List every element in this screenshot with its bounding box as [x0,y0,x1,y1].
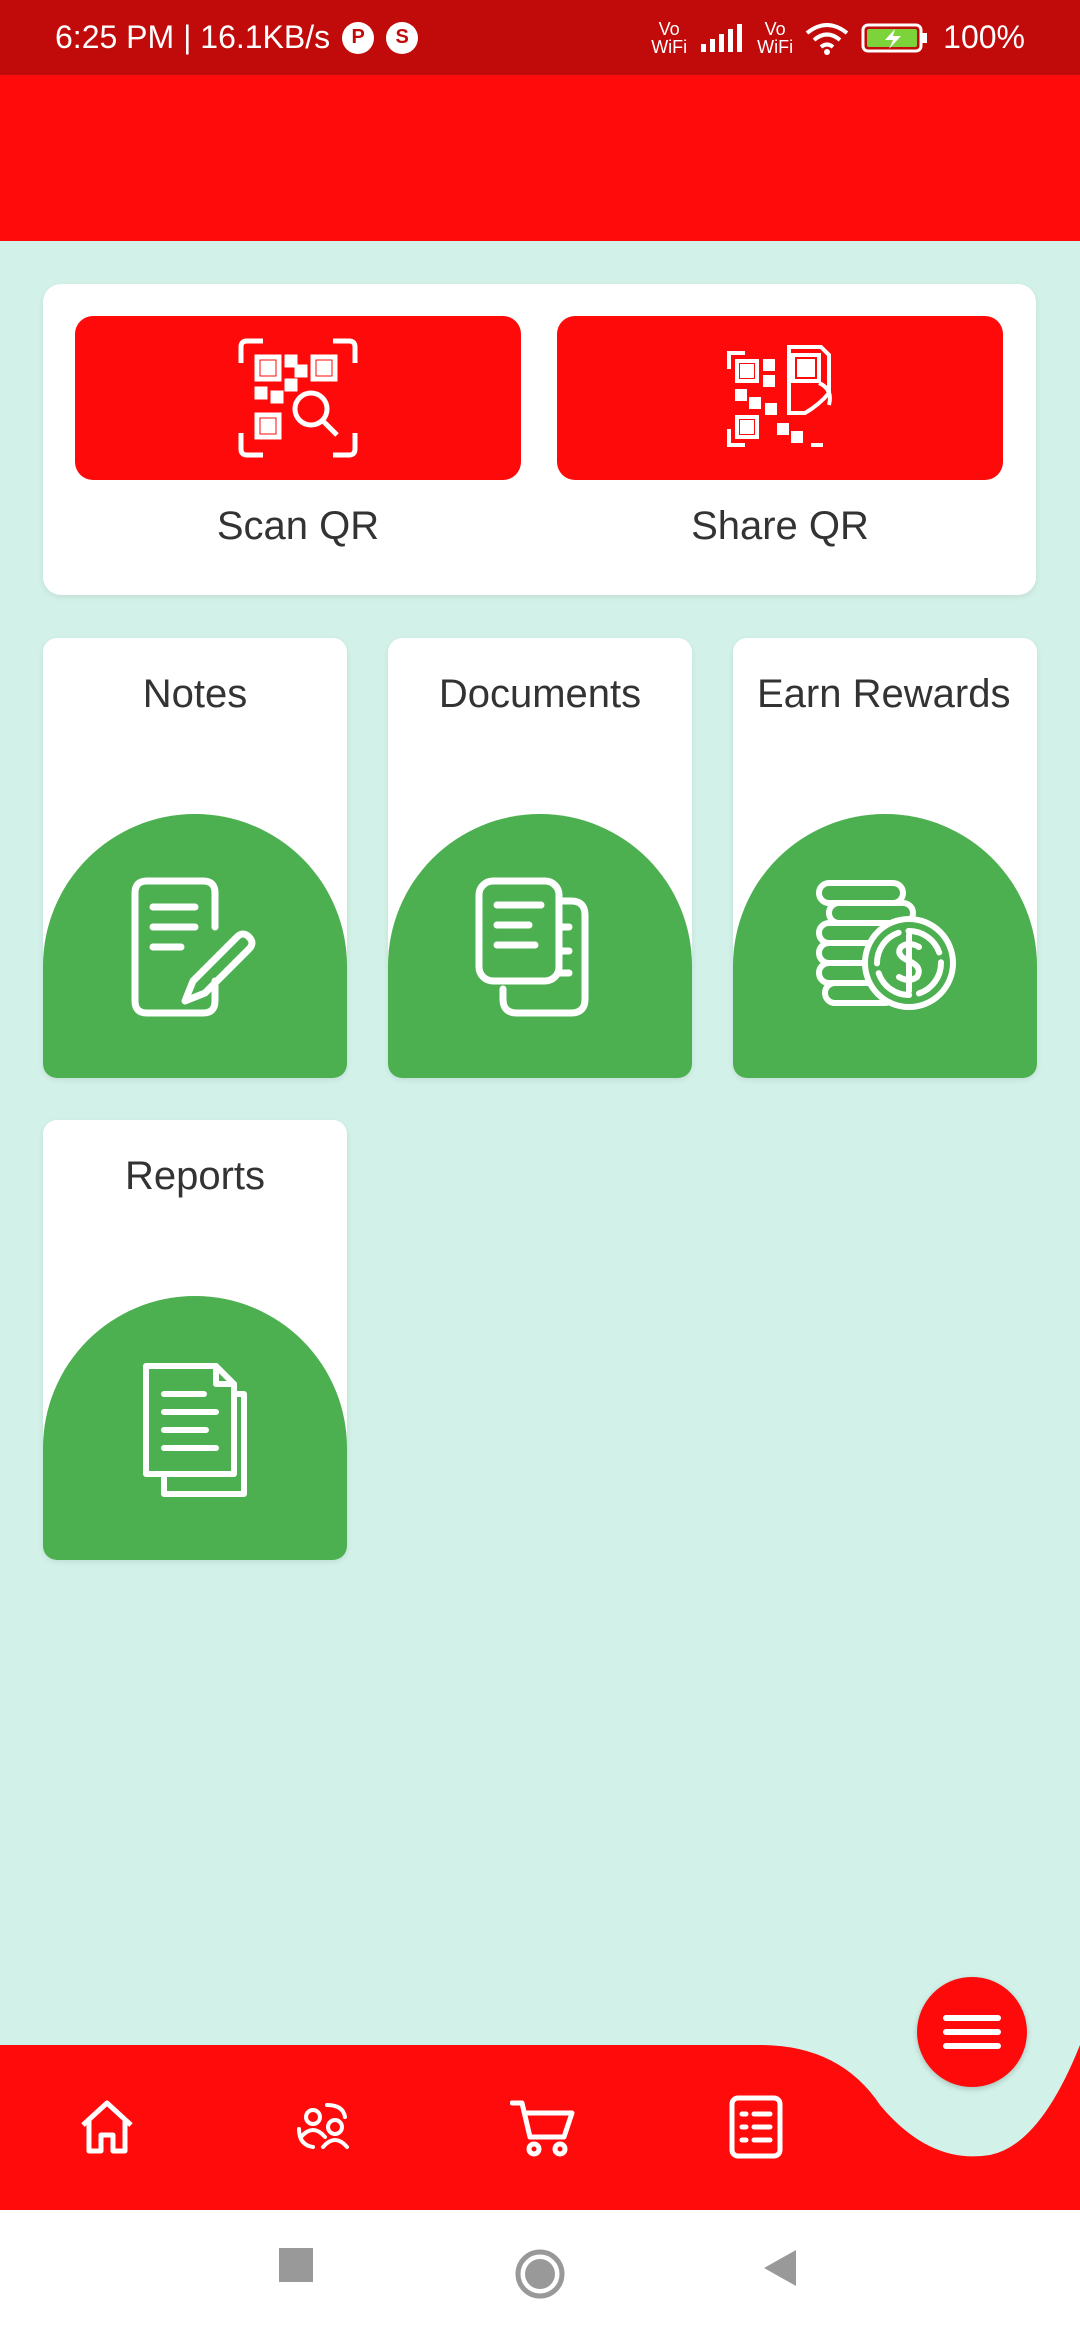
nav-home[interactable] [69,2089,145,2165]
system-navigation-bar [0,2210,1080,2340]
scan-qr-label: Scan QR [216,504,380,548]
qr-actions-card: Scan QR Share QR [43,284,1036,595]
tile-documents[interactable]: Documents [388,638,692,1078]
documents-icon [475,877,589,1017]
share-qr-button[interactable] [557,316,1003,480]
menu-icon [943,2015,1001,2049]
share-qr-label: Share QR [691,504,869,548]
tile-earn-rewards-title: Earn Rewards [757,672,1011,716]
tile-notes-arch [43,814,347,1078]
nav-orders[interactable] [718,2089,794,2165]
cart-icon [510,2100,575,2157]
status-time-speed: 6:25 PM | 16.1KB/s [55,19,331,55]
back-button[interactable] [762,2248,798,2288]
tile-reports-arch [43,1296,347,1560]
status-bar: 6:25 PM | 16.1KB/s P S Vo WiFi Vo WiFi 1… [0,0,1080,75]
recents-icon [279,2248,313,2282]
nav-exchange[interactable] [285,2089,361,2165]
tile-notes-title: Notes [142,672,248,716]
reports-icon [143,1363,247,1497]
vowifi-label-1: Vo WiFi [651,18,688,57]
users-exchange-icon [297,2103,349,2149]
tile-documents-title: Documents [438,672,642,716]
notes-icon [131,877,256,1017]
tile-earn-rewards-arch [733,814,1037,1078]
vowifi-label-2: Vo WiFi [757,18,794,57]
home-button[interactable] [514,2248,566,2300]
back-triangle-icon [764,2250,796,2286]
notification-p-icon: P [342,21,375,54]
battery-icon [861,23,928,52]
tile-reports[interactable]: Reports [43,1120,347,1560]
tile-notes[interactable]: Notes [43,638,347,1078]
nav-cart[interactable] [505,2089,581,2165]
bottom-navigation [0,2045,1080,2210]
menu-fab[interactable] [917,1977,1027,2087]
tile-earn-rewards[interactable]: Earn Rewards [733,638,1037,1078]
wifi-icon [805,22,849,55]
app-header [0,75,1080,241]
notification-s-icon: S [386,21,419,54]
orders-list-icon [729,2095,783,2159]
tile-documents-arch [388,814,692,1078]
recents-button[interactable] [279,2248,313,2282]
qr-scan-icon [238,338,358,458]
home-circle-icon [515,2249,565,2299]
signal-icon [701,23,743,52]
home-icon [81,2100,133,2154]
tile-reports-title: Reports [124,1154,266,1198]
qr-share-icon [727,345,832,447]
coins-icon [816,880,956,1010]
scan-qr-button[interactable] [75,316,521,480]
battery-percent: 100% [943,19,1025,55]
